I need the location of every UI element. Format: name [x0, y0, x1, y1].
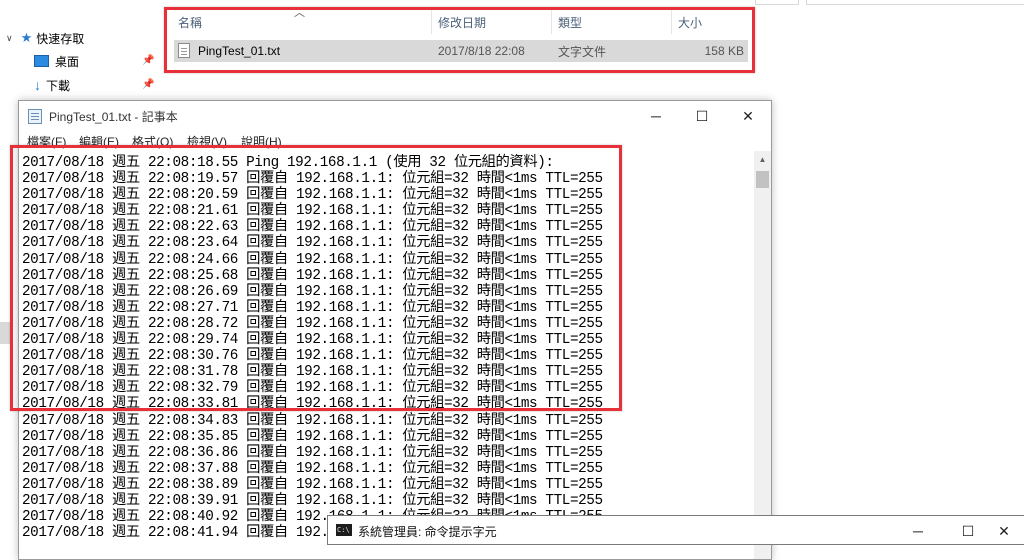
notepad-title: PingTest_01.txt - 記事本: [49, 110, 178, 124]
cmd-title: 系統管理員: 命令提示字元: [358, 525, 497, 539]
log-line: 2017/08/18 週五 22:08:39.91 回覆自 192.168.1.…: [22, 492, 603, 509]
nav-selection-mark: [0, 322, 10, 344]
nav-quick-access[interactable]: ∨ ★ 快速存取: [6, 27, 84, 49]
download-icon: ↓: [34, 77, 41, 93]
minimize-icon: ─: [651, 108, 661, 124]
vertical-scrollbar[interactable]: ▲: [754, 151, 771, 559]
log-line: 2017/08/18 週五 22:08:36.86 回覆自 192.168.1.…: [22, 444, 603, 461]
search-box[interactable]: [806, 0, 1024, 5]
maximize-icon: ☐: [695, 107, 709, 124]
notepad-title-bar[interactable]: PingTest_01.txt - 記事本 ─ ☐ ✕: [19, 101, 771, 131]
highlight-box-log: [10, 145, 622, 411]
notepad-icon: [28, 109, 42, 124]
toolbar-box: [755, 0, 799, 5]
star-icon: ★: [20, 30, 33, 45]
minimize-icon: ─: [913, 523, 923, 539]
log-line: 2017/08/18 週五 22:08:38.89 回覆自 192.168.1.…: [22, 476, 603, 493]
pin-icon[interactable]: 📌: [142, 79, 154, 90]
log-line: 2017/08/18 週五 22:08:35.85 回覆自 192.168.1.…: [22, 428, 603, 445]
highlight-box-file: [164, 7, 755, 73]
pin-icon[interactable]: 📌: [142, 55, 154, 66]
cmd-minimize-button[interactable]: ─: [895, 516, 941, 546]
cmd-icon: C:\: [336, 524, 352, 536]
chevron-down-icon[interactable]: ∨: [6, 33, 13, 44]
nav-desktop[interactable]: 桌面: [34, 50, 79, 72]
scroll-up-arrow-icon[interactable]: ▲: [754, 151, 771, 168]
close-icon: ✕: [998, 522, 1010, 539]
minimize-button[interactable]: ─: [633, 101, 679, 131]
cmd-close-button[interactable]: ✕: [984, 516, 1024, 546]
log-line: 2017/08/18 週五 22:08:37.88 回覆自 192.168.1.…: [22, 460, 603, 477]
log-line: 2017/08/18 週五 22:08:34.83 回覆自 192.168.1.…: [22, 412, 603, 429]
desktop-icon: [34, 55, 49, 67]
scrollbar-thumb[interactable]: [756, 171, 769, 188]
close-icon: ✕: [742, 107, 754, 124]
maximize-icon: ☐: [961, 522, 975, 539]
cmd-window[interactable]: C:\ 系統管理員: 命令提示字元 ─ ☐ ✕: [327, 515, 1024, 545]
close-button[interactable]: ✕: [725, 101, 771, 131]
maximize-button[interactable]: ☐: [679, 101, 725, 131]
nav-downloads[interactable]: ↓ 下載: [34, 74, 70, 96]
